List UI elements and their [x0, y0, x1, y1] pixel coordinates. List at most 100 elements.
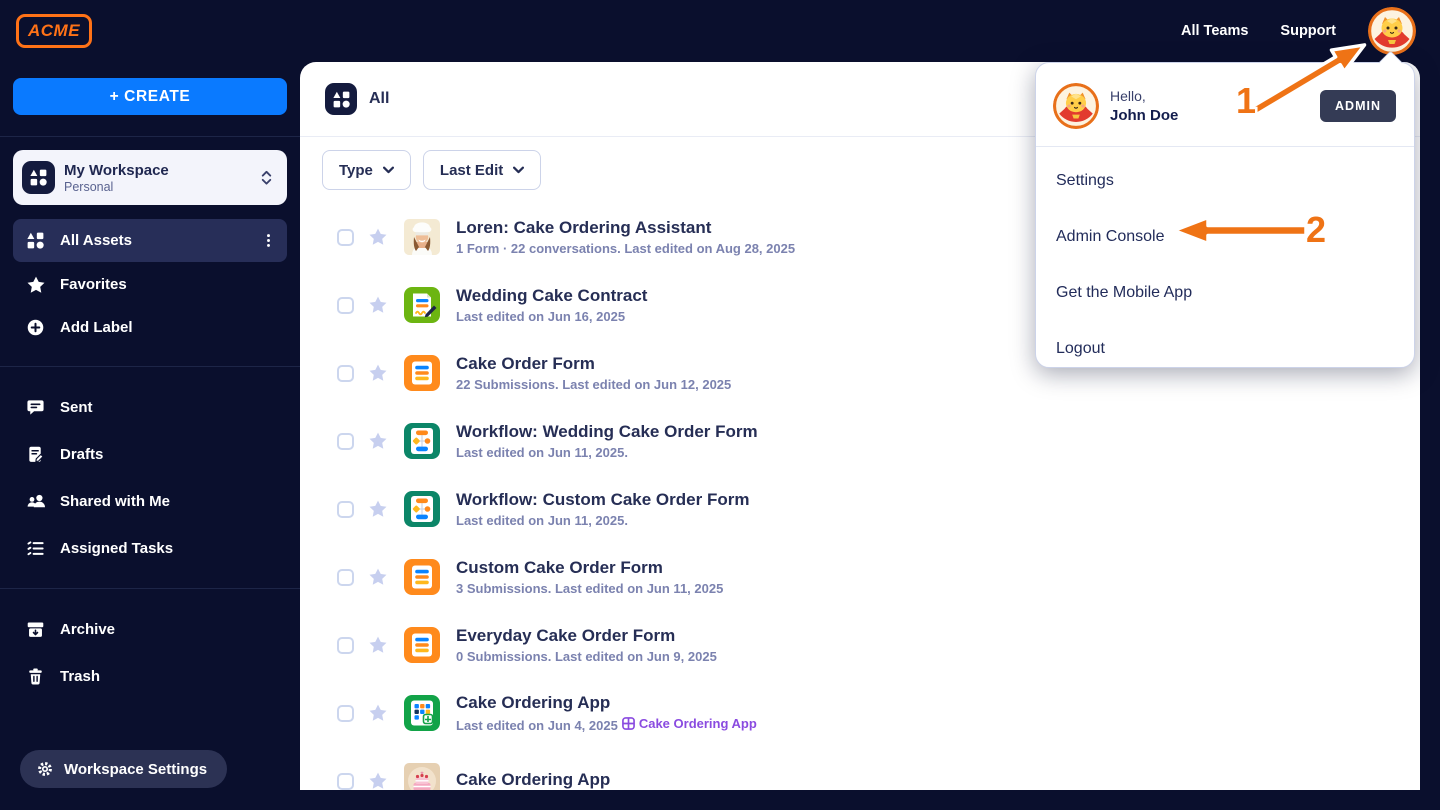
- sidebar: + CREATE My Workspace Personal All Asset…: [0, 62, 300, 810]
- list-item: Workflow: Wedding Cake Order Form Last e…: [300, 407, 1420, 475]
- user-avatar-icon[interactable]: [1368, 7, 1416, 55]
- menu-item-settings[interactable]: Settings: [1036, 153, 1414, 209]
- asset-title[interactable]: Cake Ordering App: [456, 770, 610, 790]
- row-checkbox[interactable]: [337, 365, 354, 382]
- favorite-star-icon[interactable]: [368, 431, 388, 451]
- kebab-menu-icon[interactable]: [260, 232, 277, 249]
- row-checkbox[interactable]: [337, 297, 354, 314]
- menu-item-admin-console[interactable]: Admin Console: [1036, 209, 1414, 265]
- favorite-star-icon[interactable]: [368, 499, 388, 519]
- chat-icon: [25, 397, 46, 418]
- asset-title[interactable]: Custom Cake Order Form: [456, 558, 723, 578]
- sidebar-item-label: Shared with Me: [60, 493, 277, 510]
- sidebar-item-archive[interactable]: Archive: [13, 608, 287, 651]
- user-avatar-icon: [1053, 83, 1099, 129]
- nav-all-teams[interactable]: All Teams: [1181, 23, 1248, 39]
- asset-title[interactable]: Everyday Cake Order Form: [456, 626, 717, 646]
- create-button[interactable]: + CREATE: [13, 78, 287, 115]
- list-item: Cake Ordering App Last edited on Jun 4, …: [300, 679, 1420, 747]
- asset-title[interactable]: Wedding Cake Contract: [456, 286, 647, 306]
- sidebar-item-label: Drafts: [60, 446, 277, 463]
- favorite-star-icon[interactable]: [368, 227, 388, 247]
- asset-meta: Last edited on Jun 11, 2025.: [456, 445, 758, 460]
- sidebar-item-add-label[interactable]: Add Label: [13, 306, 287, 349]
- task-list-icon: [25, 538, 46, 559]
- asset-title[interactable]: Loren: Cake Ordering Assistant: [456, 218, 795, 238]
- user-menu-dropdown: Hello, John Doe ADMIN Settings Admin Con…: [1035, 62, 1415, 368]
- filter-type-button[interactable]: Type: [322, 150, 411, 190]
- row-checkbox[interactable]: [337, 637, 354, 654]
- row-checkbox[interactable]: [337, 501, 354, 518]
- asset-title[interactable]: Workflow: Custom Cake Order Form: [456, 490, 749, 510]
- sidebar-item-assigned-tasks[interactable]: Assigned Tasks: [13, 527, 287, 570]
- orange-form-icon[interactable]: [404, 627, 440, 663]
- workspace-expand-icon[interactable]: [258, 168, 275, 187]
- list-item: Cake Ordering App: [300, 747, 1420, 790]
- chevron-down-icon: [513, 166, 524, 174]
- chevron-down-icon: [383, 166, 394, 174]
- sidebar-item-label: Favorites: [60, 276, 277, 293]
- plus-circle-icon: [25, 317, 46, 338]
- workflow-icon[interactable]: [404, 423, 440, 459]
- asset-title[interactable]: Workflow: Wedding Cake Order Form: [456, 422, 758, 442]
- asset-meta: 22 Submissions. Last edited on Jun 12, 2…: [456, 377, 731, 392]
- all-assets-icon: [325, 83, 357, 115]
- workspace-subtitle: Personal: [64, 180, 258, 194]
- favorite-star-icon[interactable]: [368, 567, 388, 587]
- sign-document-icon[interactable]: [404, 287, 440, 323]
- gear-icon: [36, 760, 54, 778]
- sidebar-item-shared-with-me[interactable]: Shared with Me: [13, 480, 287, 523]
- orange-form-icon[interactable]: [404, 355, 440, 391]
- archive-box-icon: [25, 619, 46, 640]
- filter-label: Last Edit: [440, 162, 503, 179]
- orange-form-icon[interactable]: [404, 559, 440, 595]
- favorite-star-icon[interactable]: [368, 771, 388, 790]
- workflow-icon[interactable]: [404, 491, 440, 527]
- nav-support[interactable]: Support: [1280, 23, 1336, 39]
- sidebar-item-label: Archive: [60, 621, 277, 638]
- menu-item-get-mobile-app[interactable]: Get the Mobile App: [1036, 265, 1414, 321]
- page-title: All: [369, 90, 389, 108]
- greeting-text: Hello,: [1110, 88, 1320, 104]
- people-icon: [25, 491, 46, 512]
- menu-item-logout[interactable]: Logout: [1036, 321, 1414, 377]
- sidebar-divider: [0, 366, 300, 367]
- green-app-icon[interactable]: [404, 695, 440, 731]
- workspace-selector[interactable]: My Workspace Personal: [13, 150, 287, 205]
- row-checkbox[interactable]: [337, 705, 354, 722]
- favorite-star-icon[interactable]: [368, 363, 388, 383]
- list-item: Workflow: Custom Cake Order Form Last ed…: [300, 475, 1420, 543]
- asset-title[interactable]: Cake Ordering App: [456, 693, 757, 713]
- dropdown-header: Hello, John Doe ADMIN: [1036, 63, 1414, 129]
- sidebar-item-label: Trash: [60, 668, 277, 685]
- sidebar-item-favorites[interactable]: Favorites: [13, 263, 287, 306]
- asset-meta: 0 Submissions. Last edited on Jun 9, 202…: [456, 649, 717, 664]
- row-checkbox[interactable]: [337, 433, 354, 450]
- sidebar-item-label: All Assets: [60, 232, 260, 249]
- row-checkbox[interactable]: [337, 773, 354, 790]
- favorite-star-icon[interactable]: [368, 295, 388, 315]
- asset-meta: 3 Submissions. Last edited on Jun 11, 20…: [456, 581, 723, 596]
- cake-photo-thumbnail[interactable]: [404, 763, 440, 790]
- asset-meta-text: Last edited on Jun 4, 2025: [456, 718, 618, 733]
- list-item: Everyday Cake Order Form 0 Submissions. …: [300, 611, 1420, 679]
- list-item: Custom Cake Order Form 3 Submissions. La…: [300, 543, 1420, 611]
- sidebar-item-sent[interactable]: Sent: [13, 386, 287, 429]
- app-link[interactable]: Cake Ordering App: [622, 716, 757, 731]
- sidebar-item-all-assets[interactable]: All Assets: [13, 219, 287, 262]
- favorite-star-icon[interactable]: [368, 703, 388, 723]
- trash-can-icon: [25, 666, 46, 687]
- workspace-settings-button[interactable]: Workspace Settings: [20, 750, 227, 788]
- filter-last-edit-button[interactable]: Last Edit: [423, 150, 541, 190]
- asset-title[interactable]: Cake Order Form: [456, 354, 731, 374]
- chef-photo-thumbnail[interactable]: [404, 219, 440, 255]
- asset-meta: Last edited on Jun 4, 2025 Cake Ordering …: [456, 716, 757, 733]
- row-checkbox[interactable]: [337, 569, 354, 586]
- topbar: ACME All Teams Support: [0, 0, 1440, 62]
- sidebar-item-drafts[interactable]: Drafts: [13, 433, 287, 476]
- sidebar-item-label: Assigned Tasks: [60, 540, 277, 557]
- favorite-star-icon[interactable]: [368, 635, 388, 655]
- row-checkbox[interactable]: [337, 229, 354, 246]
- asset-meta: Last edited on Jun 11, 2025.: [456, 513, 749, 528]
- sidebar-item-trash[interactable]: Trash: [13, 655, 287, 698]
